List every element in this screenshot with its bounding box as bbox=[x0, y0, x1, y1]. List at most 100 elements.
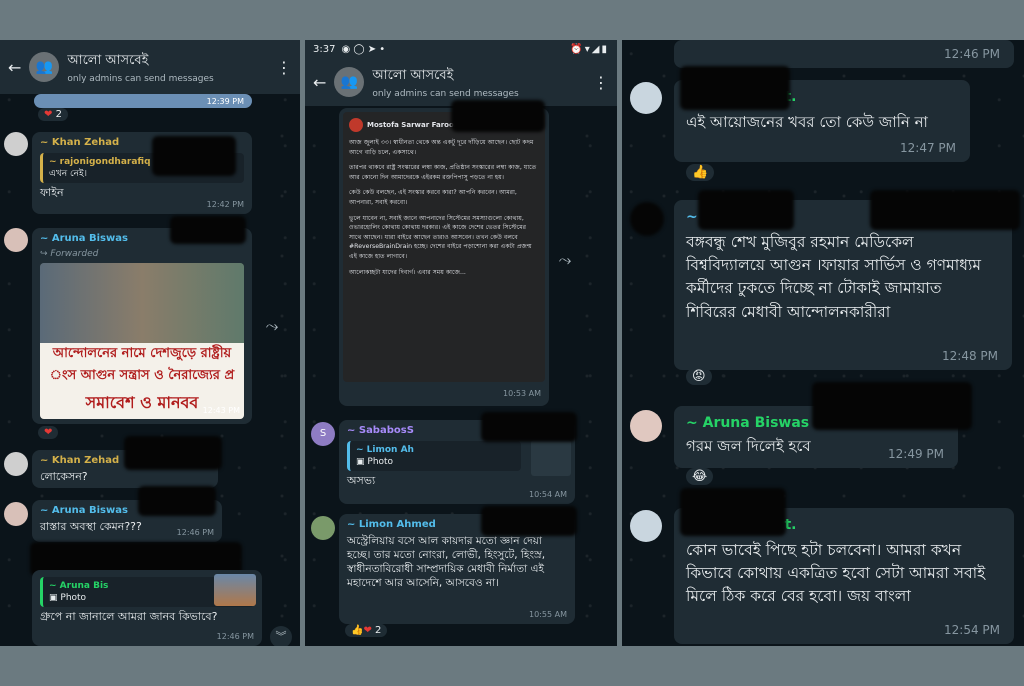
laughing-face-icon: 😂 bbox=[692, 469, 708, 484]
quoted-photo-thumbnail bbox=[214, 574, 256, 606]
reaction-badge[interactable]: 👍❤ 2 bbox=[345, 624, 388, 637]
message-text: গ্রুপে না জানালে আমরা জানব কিভাবে? bbox=[40, 610, 218, 624]
avatar[interactable] bbox=[4, 228, 28, 252]
forwarded-label: ↪ Forwarded bbox=[40, 248, 244, 260]
banner-line-2: ংস আগুন সন্ত্রাস ও নৈরাজ্যের প্র bbox=[40, 364, 244, 387]
redaction bbox=[630, 202, 664, 236]
banner-line-1: আন্দোলনের নামে দেশজুড়ে রাষ্ট্রীয় bbox=[40, 342, 244, 365]
group-avatar-icon[interactable]: 👥 bbox=[334, 67, 365, 97]
redaction bbox=[138, 486, 216, 516]
group-avatar-icon[interactable]: 👥 bbox=[29, 52, 60, 82]
back-arrow-icon[interactable]: ← bbox=[8, 58, 21, 77]
status-bar: 3:37 ◉ ◯ ➤ • ⏰▾◢▮ bbox=[305, 40, 617, 58]
photo-background bbox=[40, 262, 244, 343]
scroll-down-button[interactable]: ︾ bbox=[270, 626, 292, 646]
forward-icon[interactable]: ⤳ bbox=[555, 250, 575, 270]
message-time: 12:54 PM bbox=[944, 622, 1000, 637]
angry-face-icon: 😡 bbox=[692, 369, 706, 384]
redaction bbox=[124, 436, 222, 470]
post-paragraph: আজ জুলাই ৩৩। স্বাধীনতা থেকে অন্ত একটু দূ… bbox=[349, 139, 534, 156]
redaction bbox=[698, 190, 794, 230]
avatar[interactable] bbox=[4, 452, 28, 476]
reaction-count: 2 bbox=[375, 625, 382, 636]
message-text: এই আয়োজনের খবর তো কেউ জানি না bbox=[686, 112, 928, 131]
heart-icon: ❤ bbox=[44, 109, 53, 120]
redaction bbox=[152, 136, 236, 176]
avatar[interactable]: S bbox=[311, 422, 335, 446]
chat-title-block[interactable]: আলো আসবেই only admins can send messages bbox=[372, 66, 518, 99]
message-time: 12:42 PM bbox=[206, 200, 244, 210]
redaction bbox=[680, 66, 790, 110]
avatar[interactable] bbox=[4, 132, 28, 156]
message-image-bubble[interactable]: ~ Aruna Biswas ↪ Forwarded আন্দোলনের নাম… bbox=[32, 228, 252, 424]
redaction bbox=[481, 506, 577, 536]
reaction-badge[interactable]: 👍 bbox=[686, 164, 715, 181]
thumbs-up-icon: 👍 bbox=[692, 165, 709, 180]
message-text: অস্ট্রেলিয়ায় বসে আল কায়দার মতো জ্ঞান … bbox=[347, 534, 546, 590]
chat-screenshot-3: 12:46 PM ~ Sweety Act. এই আয়োজনের খবর ত… bbox=[622, 40, 1024, 646]
message-bubble[interactable]: 12:46 PM bbox=[674, 40, 1014, 68]
message-time: 12:46 PM bbox=[944, 46, 1000, 61]
quoted-photo-label: ▣ Photo bbox=[356, 456, 515, 468]
author-avatar bbox=[349, 118, 363, 132]
avatar[interactable] bbox=[311, 516, 335, 540]
more-options-icon[interactable]: ⋮ bbox=[276, 58, 292, 77]
post-author: Mostofa Sarwar Farooki bbox=[367, 120, 461, 129]
post-paragraph: তারপর থাকবে রাষ্ট্র সংস্কারের লম্বা কাজ,… bbox=[349, 164, 537, 181]
reaction-badge[interactable]: 😡 bbox=[686, 368, 712, 385]
redaction bbox=[680, 488, 786, 536]
message-text: লোকেসন? bbox=[40, 469, 88, 483]
facebook-post-screenshot[interactable]: Mostofa Sarwar Farooki ● ⋯ ✕ আজ জুলাই ৩৩… bbox=[343, 112, 545, 382]
photo-icon: ▣ bbox=[49, 593, 58, 604]
redaction bbox=[451, 100, 545, 132]
chat-title-block[interactable]: আলো আসবেই only admins can send messages bbox=[67, 51, 213, 84]
message-time: 12:46 PM bbox=[176, 528, 214, 538]
chat-screenshot-1: ← 👥 আলো আসবেই only admins can send messa… bbox=[0, 40, 300, 646]
message-text: ফাইন bbox=[40, 185, 64, 199]
quoted-sender: ~ Limon Ah bbox=[356, 444, 414, 455]
redaction bbox=[870, 190, 1020, 230]
group-name: আলো আসবেই bbox=[67, 52, 149, 68]
redaction bbox=[481, 412, 577, 442]
more-options-icon[interactable]: ⋮ bbox=[593, 73, 609, 92]
chevron-down-icon: ︾ bbox=[275, 630, 287, 643]
reaction-badge[interactable]: 😂 bbox=[686, 468, 714, 485]
group-subtitle: only admins can send messages bbox=[67, 73, 214, 84]
message-time: 12:46 PM bbox=[216, 632, 254, 642]
message-text: কোন ভাবেই পিছে হটা চলবেনা। আমরা কখন কিভা… bbox=[686, 540, 986, 606]
notification-icons: ◉ ◯ ➤ • bbox=[341, 43, 386, 55]
post-paragraph: আলোকচ্ছটা যাদের দিবার্গ। এবার সময় কাজে.… bbox=[349, 268, 466, 276]
redaction bbox=[170, 216, 246, 244]
reaction-badge[interactable]: ❤ 2 bbox=[38, 108, 68, 121]
avatar[interactable] bbox=[630, 82, 662, 114]
forward-icon: ↪ bbox=[40, 248, 48, 259]
forwarded-text: Forwarded bbox=[50, 248, 99, 259]
quoted-photo-thumbnail bbox=[531, 440, 571, 476]
message-image-bubble[interactable]: 12:39 PM bbox=[34, 94, 252, 108]
message-time: 12:48 PM bbox=[942, 348, 998, 363]
message-time: 12:39 PM bbox=[206, 97, 244, 107]
message-time: 12:49 PM bbox=[888, 446, 944, 461]
avatar[interactable] bbox=[630, 510, 662, 542]
back-arrow-icon[interactable]: ← bbox=[313, 73, 326, 92]
quoted-text: Photo bbox=[60, 593, 87, 604]
forward-icon[interactable]: ⤳ bbox=[262, 316, 282, 336]
status-time: 3:37 bbox=[313, 43, 336, 55]
avatar[interactable] bbox=[630, 410, 662, 442]
reaction-badge[interactable]: ❤ bbox=[38, 426, 59, 439]
chat-screenshot-2: 3:37 ◉ ◯ ➤ • ⏰▾◢▮ ← 👥 আলো আসবেই only adm… bbox=[305, 40, 617, 646]
protest-photo[interactable]: আন্দোলনের নামে দেশজুড়ে রাষ্ট্রীয় ংস আগ… bbox=[40, 262, 244, 419]
message-time: 12:43 PM bbox=[202, 405, 240, 415]
message-time: 10:54 AM bbox=[529, 490, 567, 500]
photo-icon: ▣ bbox=[356, 456, 365, 467]
heart-icon: ❤ bbox=[363, 625, 372, 636]
message-time: 10:53 AM bbox=[503, 389, 541, 399]
thumbs-up-icon: 👍 bbox=[351, 625, 364, 636]
message-image-bubble[interactable]: Mostofa Sarwar Farooki ● ⋯ ✕ আজ জুলাই ৩৩… bbox=[339, 108, 549, 406]
quoted-message[interactable]: ~ Limon Ah ▣ Photo bbox=[347, 440, 521, 471]
chat-header: ← 👥 আলো আসবেই only admins can send messa… bbox=[305, 58, 617, 106]
heart-icon: ❤ bbox=[44, 427, 53, 438]
reaction-count: 2 bbox=[55, 109, 62, 120]
group-name: আলো আসবেই bbox=[372, 67, 454, 83]
avatar[interactable] bbox=[4, 502, 28, 526]
